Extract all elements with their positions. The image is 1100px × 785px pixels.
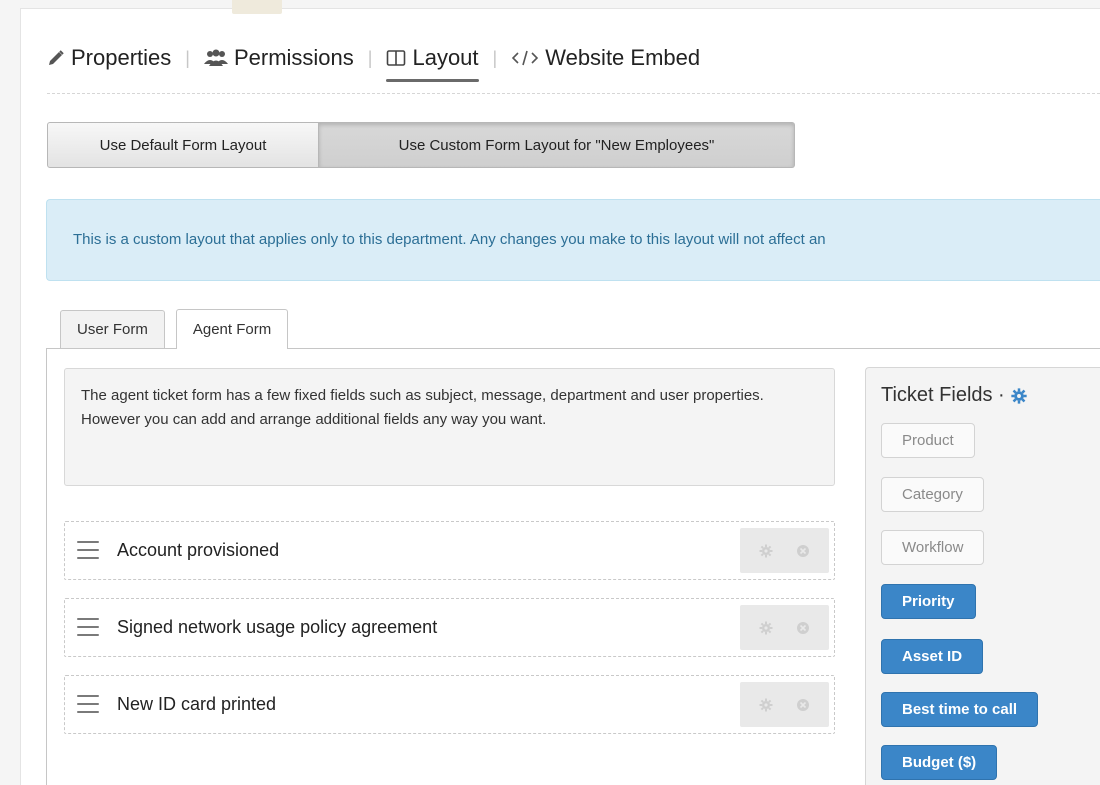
top-strip bbox=[20, 0, 1100, 9]
tab-user-form[interactable]: User Form bbox=[60, 310, 165, 348]
ticket-fields-panel: Ticket Fields · Product Category Workflo… bbox=[865, 367, 1100, 785]
nav-separator: | bbox=[367, 47, 373, 68]
tab-properties[interactable]: Properties bbox=[47, 40, 171, 76]
gear-icon[interactable] bbox=[759, 698, 773, 712]
nav-separator: | bbox=[492, 47, 498, 68]
tab-website-embed-label: Website Embed bbox=[545, 45, 701, 70]
ticket-field-chip[interactable]: Budget ($) bbox=[881, 745, 998, 780]
tab-layout[interactable]: Layout bbox=[386, 40, 479, 82]
field-row[interactable]: New ID card printed bbox=[64, 675, 835, 734]
tab-agent-form[interactable]: Agent Form bbox=[175, 309, 289, 349]
top-tab-marker bbox=[232, 0, 282, 14]
tab-permissions-label: Permissions bbox=[233, 45, 354, 70]
field-row[interactable]: Account provisioned bbox=[64, 521, 835, 580]
drag-handle-icon[interactable] bbox=[77, 541, 99, 559]
remove-icon[interactable] bbox=[796, 544, 810, 558]
ticket-field-chip[interactable]: Workflow bbox=[881, 530, 985, 565]
tab-permissions[interactable]: Permissions bbox=[203, 40, 354, 76]
field-actions bbox=[740, 605, 829, 650]
users-icon bbox=[203, 49, 228, 67]
tab-properties-label: Properties bbox=[71, 45, 172, 70]
gear-icon[interactable] bbox=[759, 544, 773, 558]
ticket-fields-heading: Ticket Fields · bbox=[881, 384, 1027, 407]
ticket-field-chip[interactable]: Product bbox=[881, 423, 975, 458]
ticket-field-chip[interactable]: Category bbox=[881, 477, 984, 512]
layout-mode-switch: Use Default Form Layout Use Custom Form … bbox=[47, 122, 795, 168]
tab-layout-label: Layout bbox=[412, 45, 479, 70]
tab-website-embed[interactable]: Website Embed bbox=[511, 40, 700, 76]
gear-icon[interactable] bbox=[1011, 387, 1027, 404]
pencil-icon bbox=[47, 49, 65, 67]
left-gutter bbox=[0, 0, 21, 785]
drag-handle-icon[interactable] bbox=[77, 618, 99, 636]
ticket-field-chip[interactable]: Priority bbox=[881, 584, 976, 619]
gear-icon[interactable] bbox=[759, 621, 773, 635]
field-row[interactable]: Signed network usage policy agreement bbox=[64, 598, 835, 657]
drag-handle-icon[interactable] bbox=[77, 695, 99, 713]
field-label: New ID card printed bbox=[117, 694, 277, 714]
field-actions bbox=[740, 528, 829, 573]
nav-separator: | bbox=[185, 47, 190, 68]
use-default-layout-button[interactable]: Use Default Form Layout bbox=[47, 122, 319, 168]
info-alert-text: This is a custom layout that applies onl… bbox=[73, 231, 826, 248]
remove-icon[interactable] bbox=[796, 621, 810, 635]
field-label: Signed network usage policy agreement bbox=[117, 617, 438, 637]
agent-form-description: The agent ticket form has a few fixed fi… bbox=[64, 368, 835, 486]
remove-icon[interactable] bbox=[796, 698, 810, 712]
field-label: Account provisioned bbox=[117, 540, 280, 560]
nav-divider bbox=[47, 93, 1100, 94]
form-tabs: User Form Agent Form bbox=[60, 309, 299, 349]
columns-icon bbox=[386, 49, 406, 67]
field-actions bbox=[740, 682, 829, 727]
ticket-field-chip[interactable]: Asset ID bbox=[881, 639, 984, 674]
code-icon bbox=[511, 49, 539, 67]
use-custom-layout-button[interactable]: Use Custom Form Layout for "New Employee… bbox=[319, 122, 795, 168]
ticket-fields-title: Ticket Fields · bbox=[881, 384, 1005, 406]
info-alert: This is a custom layout that applies onl… bbox=[46, 199, 1100, 281]
ticket-field-chip[interactable]: Best time to call bbox=[881, 692, 1039, 727]
section-nav: Properties | Permissions | Layout | Webs… bbox=[47, 40, 700, 82]
